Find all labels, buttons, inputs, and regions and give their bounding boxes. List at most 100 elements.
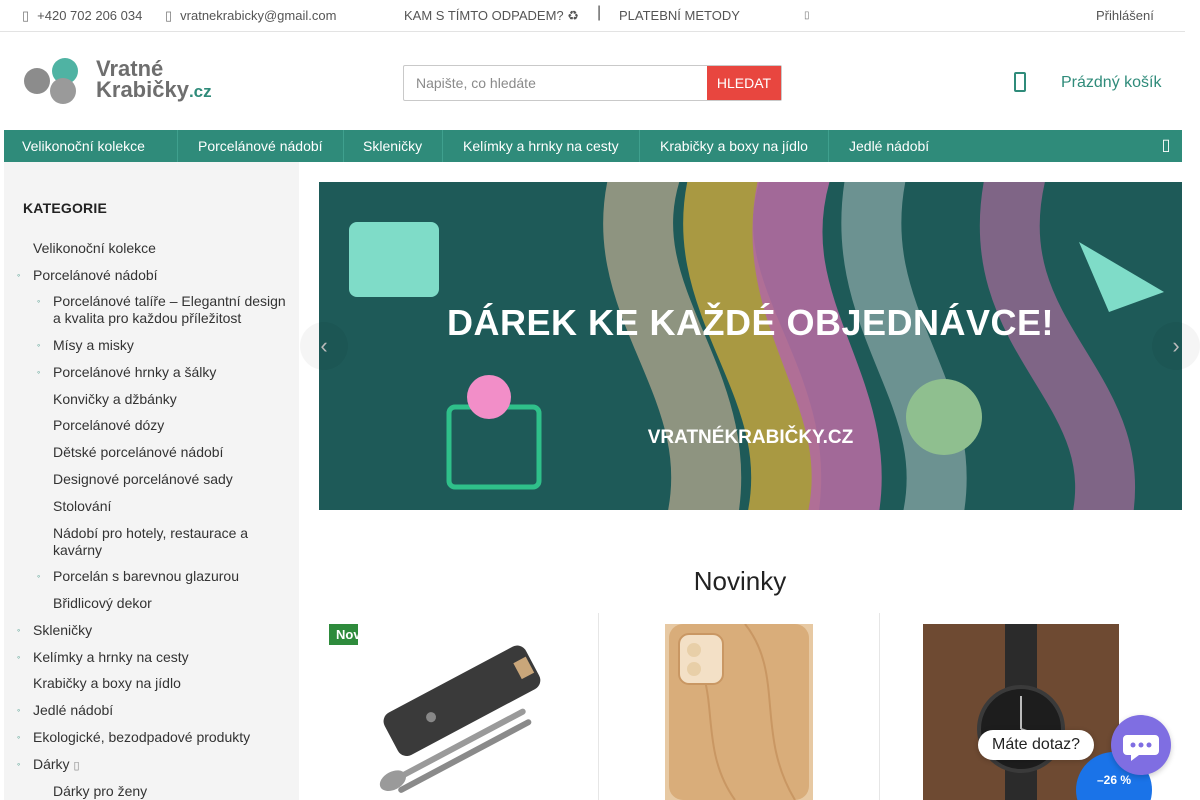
nav-item-label: Jedlé nádobí — [849, 138, 930, 154]
sidebar-item-color-glaze[interactable]: ◦ Porcelán s barevnou glazurou — [37, 568, 240, 585]
nav-item-label: Skleničky — [363, 138, 423, 154]
sidebar-item-kids[interactable]: Dětské porcelánové nádobí — [53, 444, 223, 461]
sidebar-item-jugs[interactable]: Konvičky a džbánky — [53, 391, 177, 408]
main-nav: Velikonoční kolekce Porcelánové nádobí S… — [4, 130, 1182, 162]
sidebar-title: KATEGORIE — [23, 200, 107, 216]
bullet-icon: ◦ — [37, 367, 41, 377]
sidebar-item-label: Porcelánové nádobí — [33, 267, 158, 283]
search-form: HLEDAT — [403, 65, 782, 101]
sidebar-item-label: Porcelán s barevnou glazurou — [53, 568, 240, 584]
sidebar-item-eco[interactable]: ◦ Ekologické, bezodpadové produkty — [17, 729, 251, 746]
sidebar-item-label: Dětské porcelánové nádobí — [53, 444, 224, 460]
sidebar-item-label: Mísy a misky — [53, 337, 134, 353]
site-logo[interactable]: Vratné Krabičky.cz — [24, 56, 224, 106]
sidebar-item-food-boxes[interactable]: Krabičky a boxy na jídlo — [33, 675, 181, 692]
sidebar-item-label: Dárky — [33, 756, 70, 772]
promo-banner[interactable]: DÁREK KE KAŽDÉ OBJEDNÁVCE! VRATNÉKRABIČK… — [319, 182, 1182, 510]
bullet-icon: ◦ — [37, 340, 41, 350]
bullet-icon: ◦ — [37, 571, 41, 581]
carousel-next-icon[interactable]: › — [1152, 322, 1200, 370]
sidebar-item-label: Konvičky a džbánky — [53, 391, 177, 407]
category-sidebar: KATEGORIE Velikonoční kolekce ◦ Porceláno… — [4, 162, 299, 800]
nav-menu-icon[interactable]: ▯ — [1150, 130, 1182, 162]
top-bar: ▯ +420 702 206 034 ▯ vratnekrabicky@gmail.… — [0, 0, 1185, 32]
email-icon: ▯ — [165, 8, 173, 23]
sidebar-item-label: Stolování — [53, 498, 112, 514]
chat-prompt[interactable]: Máte dotaz? — [978, 730, 1095, 760]
chat-icon — [1123, 735, 1159, 761]
sidebar-item-design-sets[interactable]: Designové porcelánové sady — [53, 471, 233, 488]
banner-title: DÁREK KE KAŽDÉ OBJEDNÁVCE! — [446, 302, 1055, 343]
banner-url: VRATNÉKRABIČKY.CZ — [647, 427, 854, 448]
bullet-icon: ◦ — [37, 296, 41, 306]
nav-item-edible[interactable]: Jedlé nádobí — [829, 130, 949, 162]
sidebar-item-label: Břidlicový dekor — [53, 595, 152, 611]
sidebar-item-label: Kelímky a hrnky na cesty — [33, 649, 189, 665]
phone-number: +420 702 206 034 — [37, 8, 143, 23]
sidebar-item-label: Porcelánové talíře – Elegantní design a … — [53, 293, 286, 326]
chat-button[interactable] — [1111, 715, 1171, 775]
sidebar-item-label: Dárky pro ženy — [53, 783, 148, 799]
email-contact[interactable]: ▯ vratnekrabicky@gmail.com — [165, 8, 336, 24]
sidebar-item-label: Porcelánové hrnky a šálky — [53, 364, 217, 380]
sidebar-item-label: Nádobí pro hotely, restaurace a kavárny — [53, 525, 249, 558]
nav-item-cups[interactable]: Kelímky a hrnky na cesty — [443, 130, 640, 162]
sidebar-item-cups[interactable]: ◦ Kelímky a hrnky na cesty — [17, 649, 189, 666]
search-button[interactable]: HLEDAT — [707, 66, 781, 100]
nav-item-boxes[interactable]: Krabičky a boxy na jídlo — [640, 130, 829, 162]
logo-circle-grey — [24, 68, 50, 94]
sidebar-item-label: Designové porcelánové sady — [53, 471, 233, 487]
sidebar-item-dining[interactable]: Stolování — [53, 498, 111, 515]
bullet-icon: ◦ — [17, 732, 21, 742]
sidebar-item-edible[interactable]: ◦ Jedlé nádobí — [17, 702, 114, 719]
sidebar-item-label: Velikonoční kolekce — [33, 240, 156, 256]
dropdown-icon[interactable]: ▯ — [804, 10, 810, 21]
banner-artwork — [349, 182, 1164, 510]
sidebar-item-gifts-women[interactable]: Dárky pro ženy — [53, 783, 147, 800]
sidebar-item-label: Jedlé nádobí — [33, 702, 114, 718]
bullet-icon: ◦ — [17, 625, 21, 635]
sidebar-item-label: Porcelánové dózy — [53, 417, 165, 433]
nav-item-porcelain[interactable]: Porcelánové nádobí — [178, 130, 344, 162]
sidebar-item-jars[interactable]: Porcelánové dózy — [53, 417, 164, 434]
nav-item-glasses[interactable]: Skleničky — [343, 130, 444, 162]
login-link[interactable]: Přihlášení — [1096, 8, 1154, 23]
sidebar-item-mugs[interactable]: ◦ Porcelánové hrnky a šálky — [37, 364, 217, 381]
bullet-icon: ◦ — [17, 759, 21, 769]
sidebar-item-glasses[interactable]: ◦ Skleničky — [17, 622, 92, 639]
cart-label[interactable]: Prázdný košík — [1061, 74, 1161, 92]
bullet-icon: ◦ — [17, 652, 21, 662]
gift-icon: ▯ — [73, 760, 80, 772]
sidebar-item-plates[interactable]: ◦ Porcelánové talíře – Elegantní design a… — [37, 293, 293, 327]
phone-contact[interactable]: ▯ +420 702 206 034 — [22, 8, 142, 24]
payment-methods-link[interactable]: PLATEBNÍ METODY — [619, 8, 740, 23]
email-address: vratnekrabicky@gmail.com — [180, 8, 337, 23]
logo-tld: .cz — [188, 82, 212, 101]
carousel-prev-icon[interactable]: ‹ — [300, 322, 348, 370]
nav-item-label: Porcelánové nádobí — [198, 138, 323, 154]
product-image-phone-case[interactable] — [665, 624, 813, 800]
waste-link[interactable]: KAM S TÍMTO ODPADEM? ♻ — [404, 8, 579, 24]
logo-line-2: Krabičky — [96, 77, 189, 102]
sidebar-item-easter[interactable]: Velikonoční kolekce — [33, 240, 156, 257]
character-face — [467, 375, 511, 419]
sidebar-item-slate[interactable]: Břidlicový dekor — [53, 595, 152, 612]
product-image-cutlery[interactable] — [358, 624, 558, 800]
section-title-new: Novinky — [693, 566, 787, 596]
sidebar-item-label: Ekologické, bezodpadové produkty — [33, 729, 251, 745]
cart-icon[interactable] — [1014, 72, 1026, 92]
nav-item-easter[interactable]: Velikonoční kolekce — [4, 130, 178, 162]
logo-wordmark: Vratné Krabičky.cz — [96, 58, 212, 102]
sidebar-item-horeca[interactable]: Nádobí pro hotely, restaurace a kavárny — [53, 525, 268, 559]
nav-item-label: Kelímky a hrnky na cesty — [463, 138, 619, 154]
sidebar-item-gifts[interactable]: ◦ Dárky ▯ — [17, 756, 80, 775]
phone-icon: ▯ — [22, 8, 30, 23]
search-input[interactable] — [404, 66, 709, 100]
sidebar-item-bowls[interactable]: ◦ Mísy a misky — [37, 337, 134, 354]
logo-circle-grey-2 — [50, 78, 76, 104]
bullet-icon: ◦ — [17, 705, 21, 715]
gift-box-shape — [349, 222, 439, 297]
nav-item-label: Krabičky a boxy na jídlo — [660, 138, 808, 154]
bullet-icon: ◦ — [17, 270, 21, 280]
sidebar-item-porcelain[interactable]: ◦ Porcelánové nádobí — [17, 267, 158, 284]
